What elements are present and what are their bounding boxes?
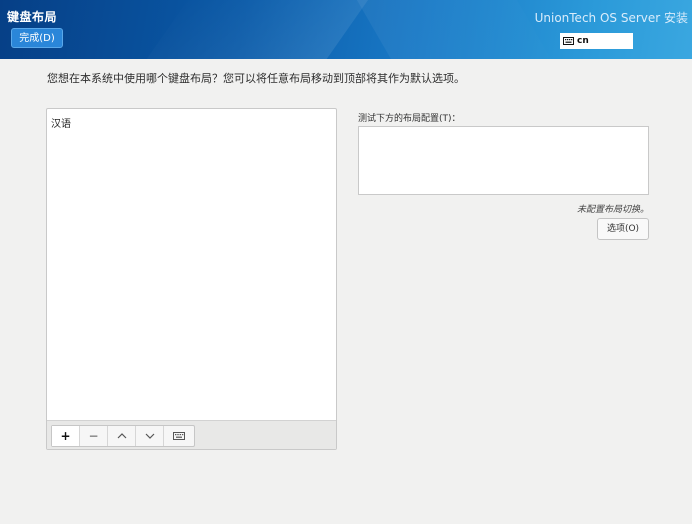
product-name: UnionTech OS Server 安装 (534, 11, 688, 25)
options-button[interactable]: 选项(O) (597, 218, 649, 240)
keyboard-layout-code: cn (577, 36, 589, 46)
keyboard-layout-list[interactable]: 汉语 + − (46, 108, 337, 450)
add-layout-button[interactable]: + (52, 426, 80, 446)
done-button[interactable]: 完成(D) (11, 28, 63, 48)
chevron-up-icon (117, 433, 126, 439)
page-title: 键盘布局 (7, 10, 58, 24)
header-decoration (117, 0, 383, 59)
test-layout-input[interactable] (358, 126, 649, 195)
move-down-button[interactable] (136, 426, 164, 446)
list-item[interactable]: 汉语 (51, 115, 71, 130)
list-toolbar: + − (47, 420, 336, 449)
move-up-button[interactable] (108, 426, 136, 446)
layout-switch-status: 未配置布局切换。 (576, 205, 649, 215)
header-bar: 键盘布局 完成(D) UnionTech OS Server 安装 cn (0, 0, 692, 59)
test-layout-label: 测试下方的布局配置(T)： (358, 114, 461, 124)
remove-layout-button[interactable]: − (80, 426, 108, 446)
instruction-text: 您想在本系统中使用哪个键盘布局？您可以将任意布局移动到顶部将其作为默认选项。 (47, 72, 465, 85)
list-toolbar-buttons: + − (51, 425, 195, 447)
chevron-down-icon (145, 433, 154, 439)
keyboard-icon (563, 37, 574, 45)
preview-layout-button[interactable] (164, 426, 194, 446)
keyboard-layout-indicator[interactable]: cn (560, 33, 633, 49)
keyboard-icon (173, 432, 185, 440)
